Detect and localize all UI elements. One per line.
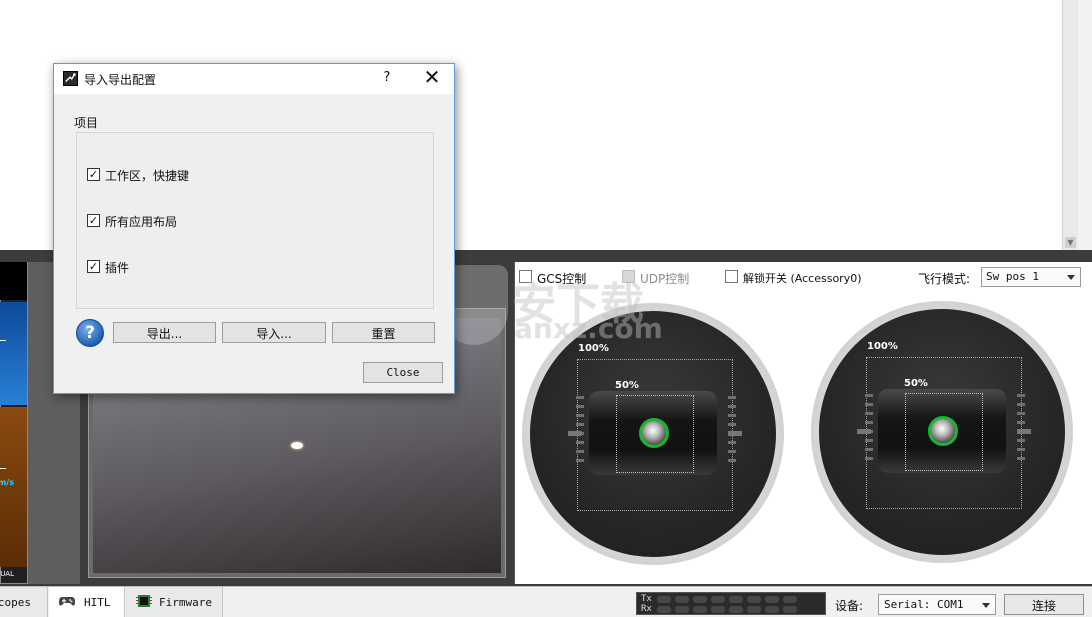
rx-led (765, 606, 779, 613)
chevron-down-icon (982, 603, 990, 608)
device-label: 设备: (835, 599, 864, 613)
group-title: 项目 (74, 116, 99, 130)
chevron-down-icon (1067, 275, 1075, 280)
pfd-marker (0, 468, 6, 469)
udp-control-label: UDP控制 (640, 272, 690, 286)
tx-rx-indicator: Tx Rx (636, 592, 826, 615)
plugins-checkbox[interactable]: ✓ (87, 260, 100, 273)
chip-icon (136, 595, 152, 607)
rx-led (657, 606, 671, 613)
tx-led (729, 596, 743, 603)
tx-led (711, 596, 725, 603)
flight-mode-select[interactable]: Sw pos 1 (981, 267, 1081, 287)
reset-button[interactable]: 重置 (332, 322, 435, 343)
import-button[interactable]: 导入... (222, 322, 326, 343)
all-layouts-checkbox[interactable]: ✓ (87, 214, 100, 227)
all-layouts-label: 所有应用布局 (105, 215, 178, 229)
pfd-sky (0, 302, 27, 405)
tx-led (657, 596, 671, 603)
workspace-shortcuts-checkbox[interactable]: ✓ (87, 168, 100, 181)
dialog-title: 导入导出配置 (84, 73, 157, 87)
pfd-speed-unit: m/s (0, 478, 14, 487)
tab-hitl[interactable]: HITL (49, 587, 125, 617)
rx-led (729, 606, 743, 613)
rx-led (747, 606, 761, 613)
rx-label: Rx (641, 604, 652, 614)
tab-scopes[interactable]: Scopes (0, 587, 48, 617)
close-button[interactable]: Close (363, 362, 443, 383)
arm-switch-label: 解锁开关 (Accessory0) (743, 272, 862, 285)
tx-led (675, 596, 689, 603)
right-stick-knob[interactable] (928, 416, 958, 446)
rx-led (783, 606, 797, 613)
tab-hitl-label: HITL (84, 596, 111, 609)
left-stick-label-50: 50% (615, 380, 639, 391)
plugins-label: 插件 (105, 261, 130, 275)
right-stick-label-100: 100% (867, 341, 898, 352)
workspace-shortcuts-label: 工作区，快捷键 (105, 169, 190, 183)
tab-scopes-label: Scopes (0, 596, 31, 609)
tab-firmware[interactable]: Firmware (126, 587, 223, 617)
import-export-dialog: 导入导出配置 ? ✕ 项目 ✓ 工作区，快捷键 ✓ 所有应用布局 ✓ 插件 ? … (53, 63, 455, 394)
tx-led (693, 596, 707, 603)
arm-switch-checkbox[interactable] (725, 270, 738, 283)
tx-led (747, 596, 761, 603)
serial-port-value: Serial: COM1 (884, 598, 964, 611)
close-icon[interactable]: ✕ (420, 65, 444, 89)
tx-led (783, 596, 797, 603)
pfd-header (0, 262, 27, 300)
help-button[interactable]: ? (382, 70, 392, 85)
pfd-marker (0, 340, 6, 341)
connect-button[interactable]: 连接 (1004, 594, 1084, 615)
scroll-down-arrow-icon[interactable]: ▼ (1065, 237, 1076, 248)
camera-light-spot (291, 442, 303, 449)
pfd-mode: UAL (0, 570, 14, 578)
export-button[interactable]: 导出... (113, 322, 216, 343)
tx-led (765, 596, 779, 603)
help-icon[interactable]: ? (76, 319, 104, 347)
right-stick[interactable]: 100% 50% (811, 301, 1073, 563)
app-icon (63, 71, 78, 86)
rx-led (675, 606, 689, 613)
rx-led (711, 606, 725, 613)
gamepad-icon (59, 597, 75, 606)
watermark-url: anxz.com (514, 312, 663, 345)
app-logo-icon (65, 73, 76, 83)
right-stick-trim-center (857, 429, 871, 434)
left-stick-knob[interactable] (639, 418, 669, 448)
flight-mode-label: 飞行模式: (918, 272, 971, 286)
flight-mode-value: Sw pos 1 (986, 270, 1039, 283)
tx-label: Tx (641, 594, 652, 604)
pfd-ground (0, 407, 27, 567)
serial-port-select[interactable]: Serial: COM1 (878, 594, 996, 615)
left-stick-trim-center (568, 431, 582, 436)
workspace-scrollbar[interactable]: ▼ (1062, 0, 1078, 250)
left-stick-trim-center (728, 431, 742, 436)
rx-led (693, 606, 707, 613)
tab-firmware-label: Firmware (159, 596, 212, 609)
right-stick-label-50: 50% (904, 378, 928, 389)
right-stick-trim-center (1017, 429, 1031, 434)
right-edge-strip (1078, 0, 1092, 250)
